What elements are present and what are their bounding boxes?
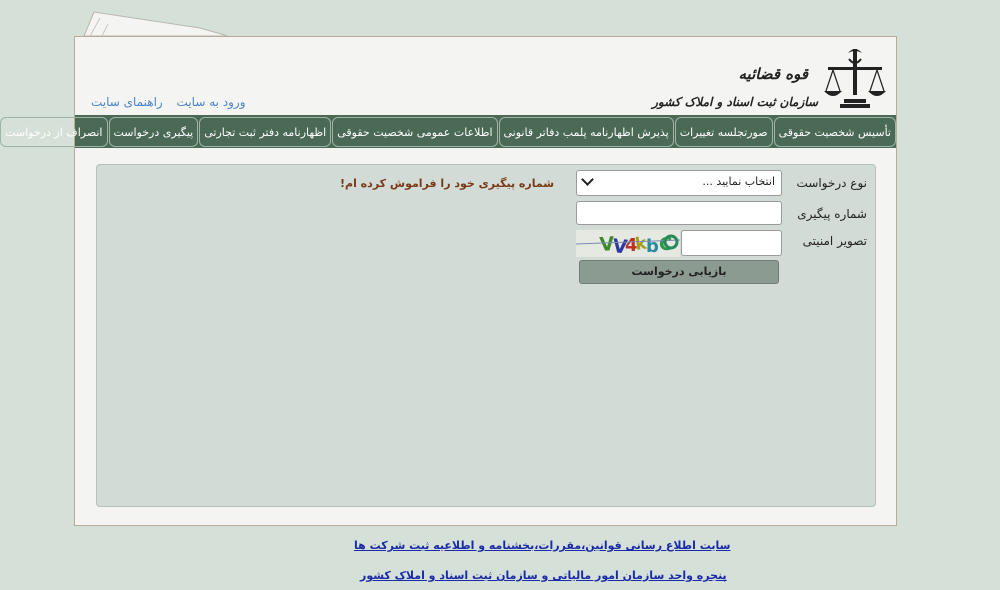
request-form-panel: نوع درخواست شماره پیگیری تصویر امنیتی ان…: [96, 164, 876, 507]
nav-item-cancel-request[interactable]: انصراف از درخواست: [0, 116, 108, 147]
nav-item-change-minutes[interactable]: صورتجلسه تغییرات: [674, 116, 773, 147]
nav-item-track-request[interactable]: پیگیری درخواست: [108, 116, 199, 147]
svg-text:b: b: [646, 236, 659, 257]
captcha-image: V V 4 k b C: [576, 230, 680, 257]
captcha-input[interactable]: [681, 230, 782, 256]
scales-emblem-icon: [824, 49, 886, 108]
captcha-label: تصویر امنیتی: [802, 234, 867, 248]
login-link[interactable]: ورود به سایت: [177, 95, 246, 109]
main-nav: تأسیس شخصیت حقوقی صورتجلسه تغییرات پذیرش…: [0, 115, 896, 148]
footer-link-tax-window[interactable]: پنجره واحد سازمان امور مالیاتی و سازمان …: [360, 569, 727, 582]
page-curl-decoration: [83, 11, 229, 37]
nav-item-establish-entity[interactable]: تأسیس شخصیت حقوقی: [773, 116, 896, 147]
header-links: ورود به سایت راهنمای سایت: [81, 95, 246, 109]
main-container: ورود به سایت راهنمای سایت قوه قضائیه ساز…: [0, 36, 897, 526]
nav-item-ledger-declaration[interactable]: پذیرش اظهارنامه پلمب دفاتر قانونی: [498, 116, 674, 147]
logo-text: قوه قضائیه سازمان ثبت اسناد و املاک کشور: [652, 65, 818, 109]
help-link[interactable]: راهنمای سایت: [91, 95, 163, 109]
tracking-number-label: شماره پیگیری: [797, 207, 867, 221]
header: ورود به سایت راهنمای سایت قوه قضائیه ساز…: [75, 37, 896, 115]
footer-link-regulations[interactable]: سایت اطلاع رسانی قوانین،مقررات،بخشنامه و…: [354, 539, 730, 552]
nav-item-commerce-register[interactable]: اظهارنامه دفتر ثبت تجارتی: [199, 116, 332, 147]
chevron-down-icon: [581, 173, 594, 186]
request-type-select[interactable]: انتخاب نمایید ...: [576, 170, 782, 196]
logo-line-organization: سازمان ثبت اسناد و املاک کشور: [652, 95, 818, 109]
logo-line-judiciary: قوه قضائیه: [738, 65, 809, 83]
tracking-number-input[interactable]: [576, 201, 782, 225]
request-type-selected: انتخاب نمایید ...: [702, 175, 775, 188]
request-type-label: نوع درخواست: [796, 176, 867, 190]
retrieve-request-button[interactable]: بازیابی درخواست: [579, 260, 779, 284]
forgot-tracking-link[interactable]: شماره پیگیری خود را فراموش کرده ام!: [340, 177, 554, 190]
judiciary-logo: قوه قضائیه سازمان ثبت اسناد و املاک کشور: [652, 43, 886, 109]
nav-item-entity-info[interactable]: اطلاعات عمومی شخصیت حقوقی: [332, 116, 498, 147]
